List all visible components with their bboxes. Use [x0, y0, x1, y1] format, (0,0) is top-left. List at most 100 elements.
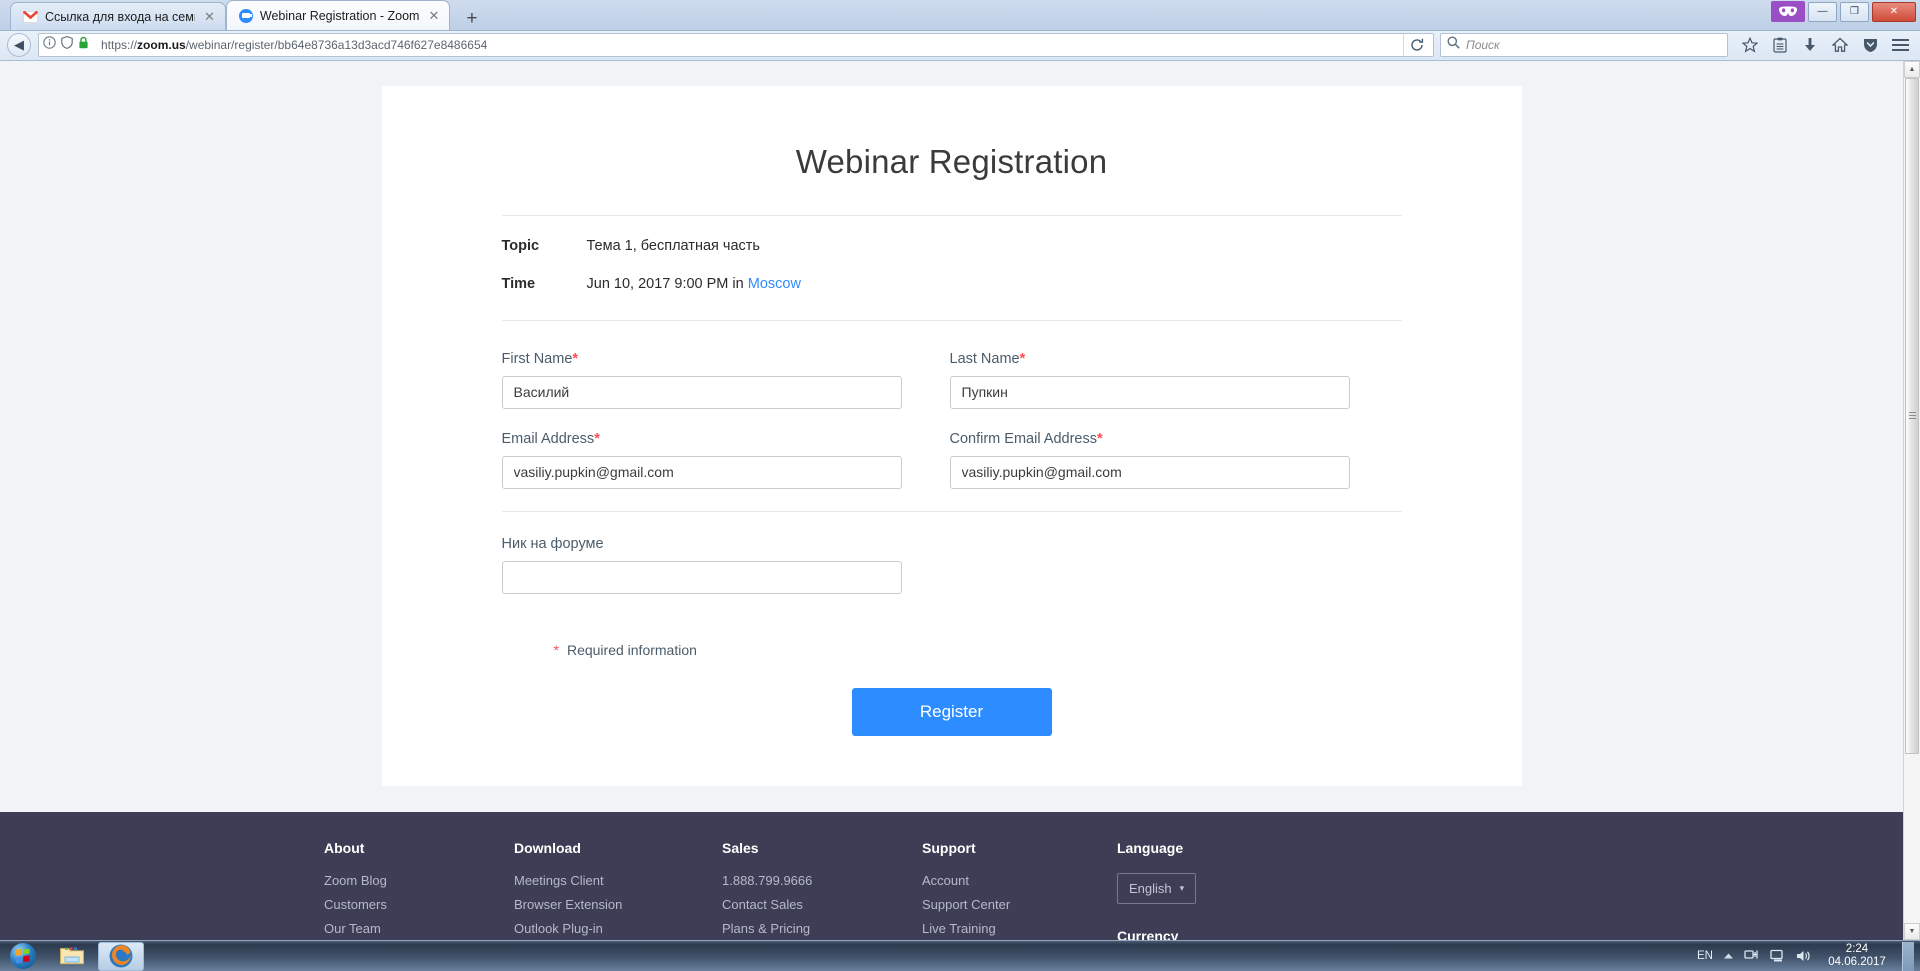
- reload-button[interactable]: [1403, 34, 1429, 57]
- browser-viewport: Webinar Registration Topic Тема 1, беспл…: [0, 60, 1920, 940]
- volume-icon[interactable]: [1796, 949, 1812, 963]
- footer-link[interactable]: Outlook Plug-in: [514, 921, 722, 936]
- ssl-lock-icon[interactable]: [78, 36, 89, 54]
- tab-label: Ссылка для входа на семин: [45, 9, 195, 24]
- search-icon: [1447, 36, 1460, 54]
- first-name-label: First Name*: [502, 351, 902, 367]
- page-scrollbar[interactable]: ▲ ▼: [1903, 60, 1920, 940]
- input-language-indicator[interactable]: EN: [1697, 950, 1713, 962]
- field-first-name: First Name*: [501, 351, 902, 409]
- network-icon[interactable]: [1744, 949, 1760, 963]
- first-name-input[interactable]: [501, 375, 902, 409]
- back-button[interactable]: ◀: [6, 32, 32, 58]
- tab-close-icon[interactable]: ✕: [426, 9, 441, 22]
- minimize-button[interactable]: —: [1808, 1, 1837, 22]
- footer-link[interactable]: Zoom Blog: [324, 873, 514, 888]
- scroll-up-arrow-icon[interactable]: ▲: [1904, 60, 1920, 78]
- form-row-nickname: Ник на форуме: [501, 535, 1402, 594]
- windows-taskbar: EN 2:24 04.06.2017: [0, 940, 1920, 971]
- custom-question-section: Ник на форуме * Required information Regi…: [442, 512, 1462, 746]
- window-controls: — ❐ ✕: [1771, 1, 1916, 22]
- explorer-taskbar-icon[interactable]: [49, 942, 95, 971]
- form-row-names: First Name* Last Name*: [501, 351, 1402, 409]
- scrollbar-track[interactable]: [1904, 77, 1920, 923]
- required-asterisk: *: [594, 430, 600, 447]
- confirm-email-label: Confirm Email Address*: [950, 431, 1350, 447]
- url-host: zoom.us: [137, 38, 186, 53]
- search-bar[interactable]: Поиск: [1440, 33, 1728, 58]
- action-center-icon[interactable]: [1770, 949, 1786, 963]
- nickname-label: Ник на форуме: [501, 535, 604, 552]
- private-browsing-mask-icon[interactable]: [1771, 1, 1805, 22]
- webinar-meta: Topic Тема 1, бесплатная часть Time Jun …: [442, 216, 1462, 320]
- home-icon[interactable]: [1826, 32, 1854, 58]
- timezone-link[interactable]: Moscow: [748, 276, 801, 292]
- scrollbar-thumb[interactable]: [1905, 77, 1919, 754]
- pocket-shield-icon[interactable]: [1856, 32, 1884, 58]
- required-asterisk: *: [553, 641, 559, 658]
- nickname-input[interactable]: [501, 560, 902, 594]
- tab-close-icon[interactable]: ✕: [202, 10, 217, 23]
- footer-link[interactable]: Plans & Pricing: [722, 921, 922, 936]
- tab-strip: Ссылка для входа на семин ✕ Webinar Regi…: [0, 0, 1920, 30]
- windows-start-orb-icon: [10, 943, 36, 969]
- footer-link[interactable]: Our Team: [324, 921, 514, 936]
- browser-tab-gmail[interactable]: Ссылка для входа на семин ✕: [10, 2, 226, 30]
- required-information-note: * Required information: [502, 616, 1402, 658]
- start-button[interactable]: [0, 942, 46, 971]
- footer-heading: Sales: [722, 839, 759, 856]
- label-text: First Name: [501, 350, 573, 367]
- downloads-icon[interactable]: [1796, 32, 1824, 58]
- footer-link[interactable]: Browser Extension: [514, 897, 722, 912]
- address-bar-identity: [43, 36, 95, 54]
- registration-form: First Name* Last Name* Email Address*: [442, 321, 1462, 489]
- footer-link[interactable]: Contact Sales: [722, 897, 922, 912]
- tracking-shield-icon[interactable]: [61, 36, 73, 54]
- browser-tab-zoom[interactable]: Webinar Registration - Zoom ✕: [225, 0, 451, 30]
- currency-heading: Currency: [1117, 927, 1179, 940]
- footer-heading: Support: [922, 839, 976, 856]
- language-select[interactable]: English ▾: [1117, 872, 1197, 904]
- footer-link[interactable]: Meetings Client: [514, 873, 722, 888]
- meta-row-topic: Topic Тема 1, бесплатная часть: [502, 238, 1462, 254]
- required-asterisk: *: [1096, 430, 1103, 447]
- footer-link[interactable]: Customers: [324, 897, 514, 912]
- url-protocol: https://: [101, 38, 138, 53]
- back-arrow-icon: ◀: [7, 33, 31, 58]
- last-name-label: Last Name*: [950, 351, 1350, 367]
- footer-link[interactable]: Account: [922, 873, 1117, 888]
- tab-label: Webinar Registration - Zoom: [259, 8, 420, 23]
- email-input[interactable]: [501, 455, 902, 489]
- meta-value: Jun 10, 2017 9:00 PM in Moscow: [587, 276, 801, 292]
- system-tray: EN 2:24 04.06.2017: [1697, 941, 1920, 971]
- footer-heading: Download: [514, 839, 581, 856]
- footer-column-about: About Zoom Blog Customers Our Team Why Z…: [324, 840, 514, 940]
- address-bar[interactable]: https://zoom.us/webinar/register/bb64e87…: [38, 33, 1434, 58]
- bookmark-star-icon[interactable]: [1736, 32, 1764, 58]
- show-hidden-icons-arrow[interactable]: [1723, 952, 1734, 960]
- footer-link[interactable]: Support Center: [922, 897, 1117, 912]
- taskbar-clock[interactable]: 2:24 04.06.2017: [1822, 943, 1892, 969]
- page-info-icon[interactable]: [43, 36, 56, 54]
- meta-row-time: Time Jun 10, 2017 9:00 PM in Moscow: [502, 276, 1462, 292]
- search-input-placeholder: Поиск: [1466, 38, 1500, 53]
- footer-columns: About Zoom Blog Customers Our Team Why Z…: [324, 840, 1579, 940]
- restore-button[interactable]: ❐: [1840, 1, 1869, 22]
- reading-list-icon[interactable]: [1766, 32, 1794, 58]
- menu-hamburger-icon[interactable]: [1886, 32, 1914, 58]
- footer-link[interactable]: 1.888.799.9666: [722, 873, 922, 888]
- firefox-taskbar-icon[interactable]: [98, 941, 144, 971]
- close-window-button[interactable]: ✕: [1872, 1, 1916, 22]
- footer-link[interactable]: Live Training: [922, 921, 1117, 936]
- last-name-input[interactable]: [949, 375, 1350, 409]
- field-last-name: Last Name*: [949, 351, 1350, 409]
- new-tab-button[interactable]: +: [458, 9, 485, 28]
- label-text: Confirm Email Address: [949, 430, 1097, 447]
- label-text: Last Name: [949, 350, 1020, 367]
- footer-column-preferences: Language English ▾ Currency US Dollars $…: [1117, 840, 1357, 940]
- field-email: Email Address*: [501, 430, 902, 489]
- scroll-down-arrow-icon[interactable]: ▼: [1904, 923, 1920, 940]
- confirm-email-input[interactable]: [949, 455, 1350, 489]
- show-desktop-button[interactable]: [1902, 941, 1914, 971]
- register-button[interactable]: Register: [851, 687, 1052, 736]
